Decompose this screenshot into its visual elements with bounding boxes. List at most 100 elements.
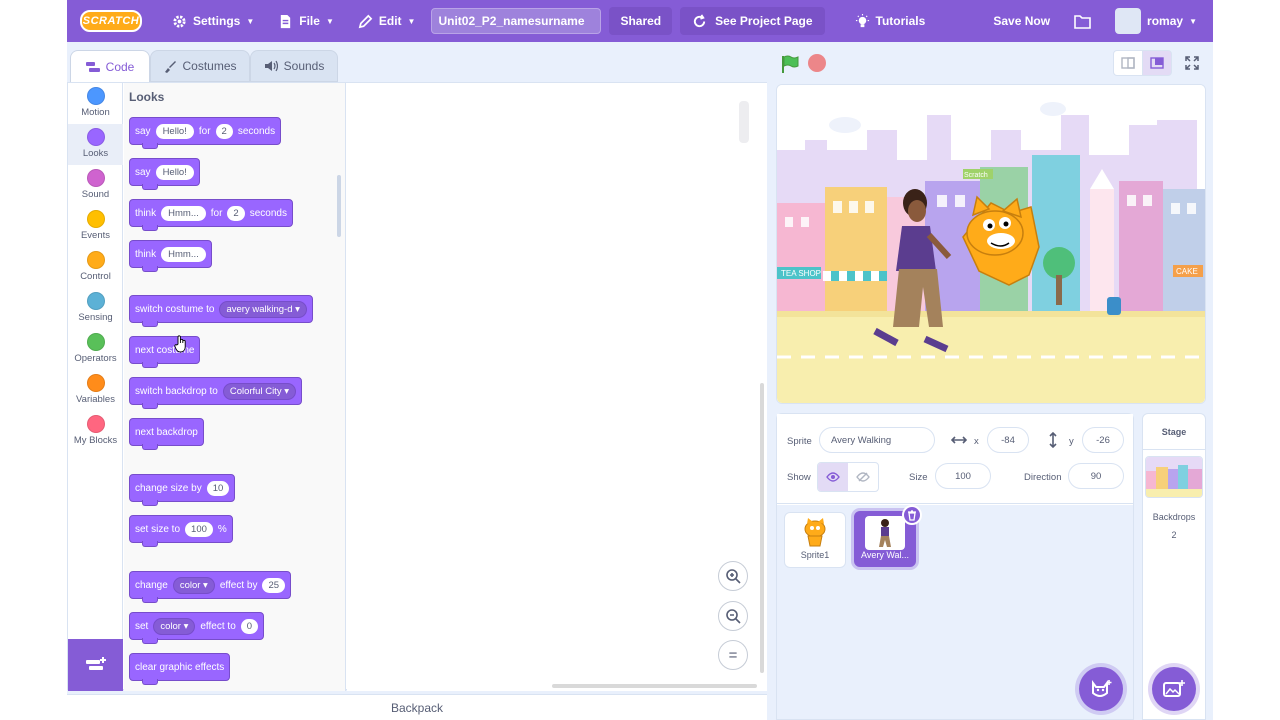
change-size-block[interactable]: change size by 10 [129,474,236,506]
category-motion[interactable]: Motion [68,83,123,124]
category-color-dot [86,292,105,310]
effect-value-input[interactable]: 25 [262,577,286,593]
tab-costumes[interactable]: Costumes [150,50,250,82]
switch-backdrop-block[interactable]: switch backdrop to Colorful City ▾ [129,377,302,409]
clear-effects-block[interactable]: clear graphic effects [129,653,231,685]
file-menu[interactable]: File ▼ [266,0,346,42]
think-block[interactable]: think Hmm... [129,240,212,272]
palette-scrollbar[interactable] [337,175,341,237]
message-input[interactable]: Hello! [155,164,194,180]
switch-costume-block[interactable]: switch costume to avery walking-d ▾ [129,295,313,327]
tab-code-label: Code [105,59,135,74]
scratch-editor: SCRATCH Settings ▼ File ▼ Edit ▼ Unit02_… [67,0,1213,720]
see-project-page-button[interactable]: See Project Page [680,7,825,35]
sprite-ghost-preview [739,101,749,143]
menu-bar: SCRATCH Settings ▼ File ▼ Edit ▼ Unit02_… [67,0,1213,42]
normal-stage-button[interactable] [1142,50,1172,76]
block-text: seconds [237,125,276,137]
sprite-tile-sprite1[interactable]: Sprite1 [784,512,846,568]
next-costume-block[interactable]: next costume [129,336,201,368]
category-label: My Blocks [73,435,118,446]
secs-input[interactable]: 2 [215,123,233,139]
x-input[interactable]: -84 [987,427,1029,453]
editor-tabs: Code Costumes Sounds [67,42,767,82]
stage-header [774,42,1206,82]
delete-sprite-button[interactable] [902,505,922,525]
image-add-icon [1163,680,1185,697]
category-sensing[interactable]: Sensing [68,288,123,329]
category-my-blocks[interactable]: My Blocks [68,411,123,452]
message-input[interactable]: Hmm... [161,205,206,221]
backpack-bar[interactable]: Backpack [67,694,767,720]
category-operators[interactable]: Operators [68,329,123,370]
category-looks[interactable]: Looks [68,124,123,165]
dropdown-value: avery walking-d [226,303,293,315]
small-stage-button[interactable] [1113,50,1143,76]
category-label: Looks [82,148,109,159]
block-text: effect to [200,620,236,632]
stage-selector[interactable]: Stage Backdrops 2 [1142,413,1206,720]
sprite-name-input[interactable]: Avery Walking [819,427,935,453]
sprite-label: Sprite [787,436,812,447]
chevron-down-icon: ▼ [325,16,334,26]
zoom-in-button[interactable] [718,561,748,591]
fullscreen-button[interactable] [1177,50,1207,76]
zoom-out-button[interactable] [718,601,748,631]
tab-sounds[interactable]: Sounds [250,50,338,82]
zoom-reset-button[interactable]: = [718,640,748,670]
set-size-block[interactable]: set size to 100 % [129,515,233,547]
green-flag-icon[interactable] [780,54,800,74]
say-block[interactable]: say Hello! [129,158,200,190]
category-variables[interactable]: Variables [68,370,123,411]
tab-code[interactable]: Code [70,50,150,82]
say-for-secs-block[interactable]: say Hello! for 2 seconds [129,117,282,149]
costume-dropdown[interactable]: avery walking-d ▾ [219,300,307,318]
category-control[interactable]: Control [68,247,123,288]
scratch-logo[interactable]: SCRATCH [80,10,142,32]
my-stuff-button[interactable] [1062,0,1103,42]
tutorials-button[interactable]: Tutorials [843,0,938,42]
project-title-input[interactable]: Unit02_P2_namesurname [431,8,602,34]
message-input[interactable]: Hmm... [161,246,206,262]
set-effect-block[interactable]: set color ▾ effect to 0 [129,612,265,644]
effect-dropdown[interactable]: color ▾ [153,617,196,635]
script-area[interactable]: = [347,83,767,691]
horizontal-scrollbar[interactable] [552,684,757,688]
category-events[interactable]: Events [68,206,123,247]
edit-menu[interactable]: Edit ▼ [346,0,428,42]
vertical-scrollbar[interactable] [760,383,764,673]
change-effect-block[interactable]: change color ▾ effect by 25 [129,571,292,603]
next-backdrop-block[interactable]: next backdrop [129,418,204,450]
direction-input[interactable]: 90 [1068,463,1124,489]
size-input[interactable]: 100 [935,463,991,489]
chevron-down-icon: ▼ [1189,16,1197,26]
dropdown-value: Colorful City [229,385,282,397]
stop-icon[interactable] [808,54,826,72]
choose-sprite-button[interactable] [1079,667,1123,711]
account-menu[interactable]: romay ▼ [1103,0,1209,42]
hide-button[interactable] [848,463,878,491]
effect-dropdown[interactable]: color ▾ [172,576,215,594]
settings-label: Settings [193,14,241,28]
secs-input[interactable]: 2 [227,205,245,221]
shared-button[interactable]: Shared [609,7,673,35]
save-now-button[interactable]: Save Now [981,0,1062,42]
stage-canvas[interactable]: TEA SHOP CAKE Scratch [776,84,1206,404]
category-sound[interactable]: Sound [68,165,123,206]
effect-value-input[interactable]: 0 [240,618,259,634]
size-change-input[interactable]: 10 [206,480,230,496]
message-input[interactable]: Hello! [155,123,194,139]
sprite-tile-avery[interactable]: Avery Wal... [854,505,922,567]
backdrop-dropdown[interactable]: Colorful City ▾ [222,382,296,400]
show-visible-button[interactable] [818,463,848,491]
add-extension-button[interactable] [68,639,123,691]
category-menu: Motion Looks Sound Events Control Sensing Oper… [68,83,123,639]
cat-add-icon [1092,680,1112,697]
cat-sprite-icon [804,518,826,547]
think-for-secs-block[interactable]: think Hmm... for 2 seconds [129,199,293,231]
block-text: for [210,207,223,219]
choose-backdrop-button[interactable] [1152,667,1196,711]
y-input[interactable]: -26 [1082,427,1124,453]
settings-menu[interactable]: Settings ▼ [160,0,266,42]
size-input[interactable]: 100 [185,521,213,537]
